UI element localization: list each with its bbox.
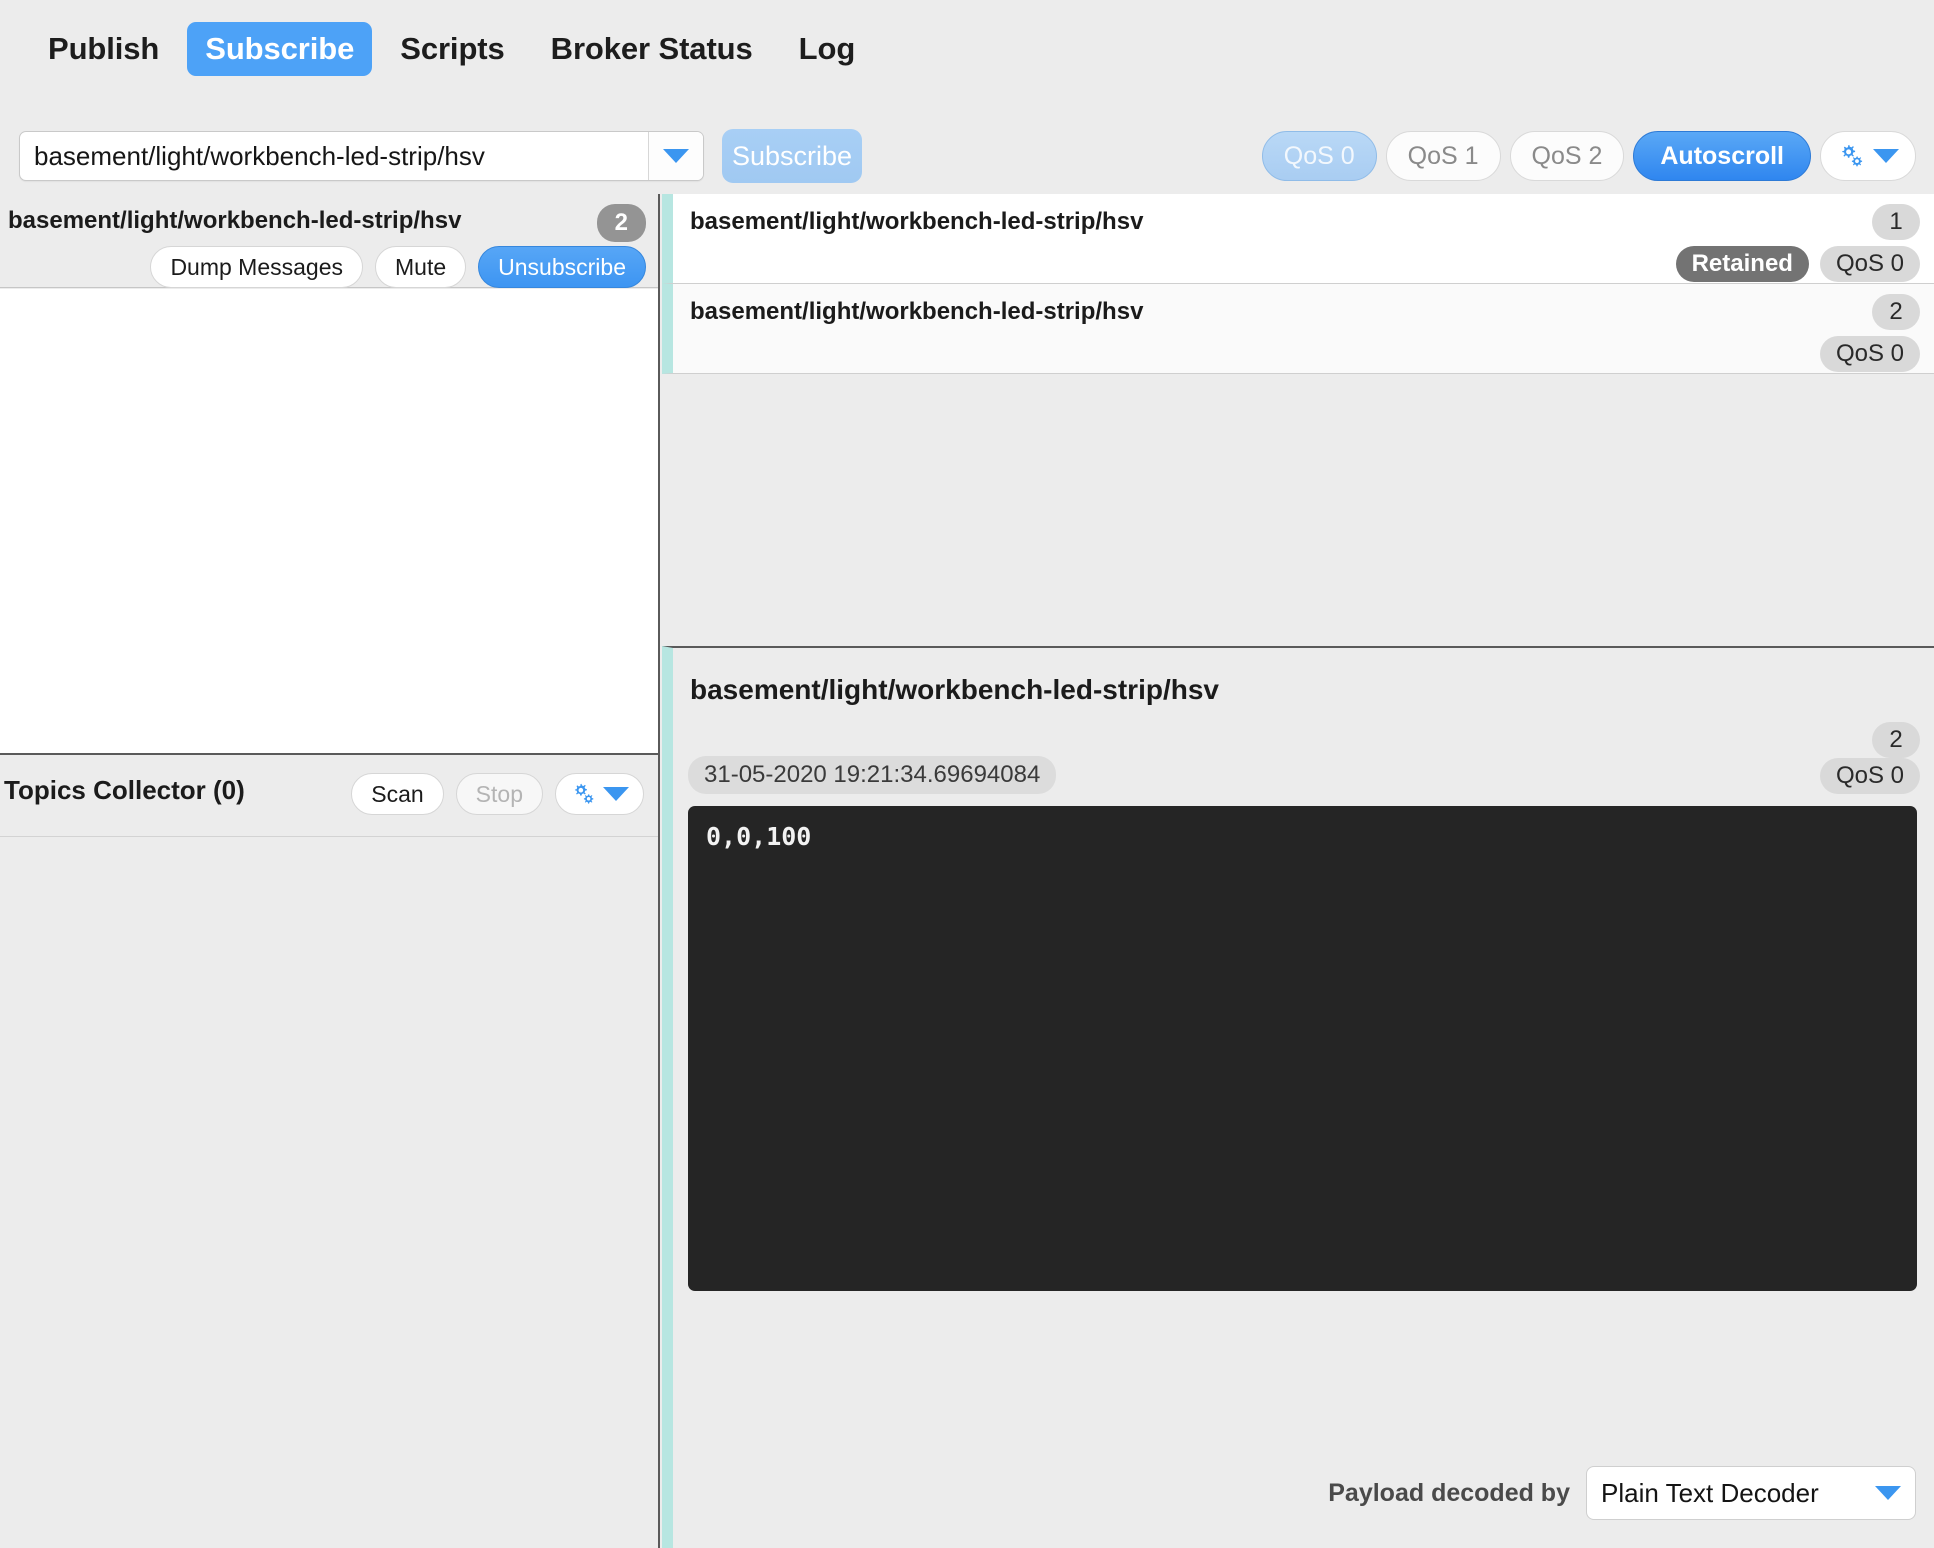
message-flags: QoS 0 [1819, 336, 1920, 372]
payload-decoder-value: Plain Text Decoder [1601, 1477, 1819, 1508]
qos-1-button[interactable]: QoS 1 [1385, 131, 1501, 181]
detail-qos-badge: QoS 0 [1819, 758, 1920, 794]
message-topic: basement/light/workbench-led-strip/hsv [690, 298, 1144, 325]
message-number: 2 [1872, 294, 1920, 330]
tab-subscribe[interactable]: Subscribe [187, 22, 373, 76]
decoder-bar: Payload decoded by Plain Text Decoder [673, 1438, 1934, 1548]
detail-topic: basement/light/workbench-led-strip/hsv [690, 674, 1219, 705]
gear-icon [1842, 144, 1863, 167]
qos-2-button[interactable]: QoS 2 [1509, 131, 1625, 181]
message-list[interactable]: basement/light/workbench-led-strip/hsv 1… [662, 194, 1934, 646]
unsubscribe-button[interactable]: Unsubscribe [478, 246, 646, 288]
tab-publish[interactable]: Publish [30, 22, 177, 76]
payload-decoder-select[interactable]: Plain Text Decoder [1586, 1466, 1916, 1520]
subscription-message-count: 2 [596, 204, 646, 242]
subscription-actions: Dump Messages Mute Unsubscribe [150, 246, 646, 288]
gear-icon [574, 783, 594, 804]
subscription-item[interactable]: basement/light/workbench-led-strip/hsv 2… [0, 194, 658, 288]
detail-timestamp: 31-05-2020 19:21:34.69694084 [688, 756, 1057, 794]
tab-scripts[interactable]: Scripts [382, 22, 522, 76]
autoscroll-toggle[interactable]: Autoscroll [1633, 131, 1811, 181]
topics-collector-actions: Scan Stop [351, 773, 644, 815]
subscriptions-pane: basement/light/workbench-led-strip/hsv 2… [0, 194, 660, 1548]
subscribe-toolbar: Subscribe QoS 0 QoS 1 QoS 2 Autoscroll [0, 98, 1934, 194]
chevron-down-icon [1873, 149, 1899, 163]
message-topic: basement/light/workbench-led-strip/hsv [690, 208, 1144, 235]
message-qos-badge: QoS 0 [1819, 336, 1920, 372]
topics-collector-options-button[interactable] [555, 773, 644, 815]
table-row[interactable]: basement/light/workbench-led-strip/hsv 1… [662, 194, 1934, 284]
message-flags: Retained QoS 0 [1675, 246, 1920, 282]
topic-combobox[interactable] [19, 131, 704, 181]
scan-button[interactable]: Scan [351, 773, 444, 815]
dump-messages-button[interactable]: Dump Messages [150, 246, 364, 288]
table-row[interactable]: basement/light/workbench-led-strip/hsv 2… [662, 284, 1934, 374]
topic-history-dropdown-button[interactable] [648, 132, 703, 180]
qos-and-options-group: QoS 0 QoS 1 QoS 2 Autoscroll [1261, 128, 1916, 184]
message-number: 1 [1872, 204, 1920, 240]
tab-broker-status[interactable]: Broker Status [533, 22, 771, 76]
topics-collector-header: Topics Collector (0) Scan Stop [0, 755, 658, 837]
subscriptions-list-body [0, 289, 658, 753]
chevron-down-icon [663, 149, 689, 163]
message-detail-panel: basement/light/workbench-led-strip/hsv 2… [662, 646, 1934, 1548]
mute-button[interactable]: Mute [375, 246, 467, 288]
chevron-down-icon [603, 787, 629, 801]
tab-log[interactable]: Log [781, 22, 874, 76]
messages-pane: basement/light/workbench-led-strip/hsv 1… [662, 194, 1934, 1548]
subscribe-button[interactable]: Subscribe [722, 129, 862, 183]
topic-input[interactable] [20, 132, 648, 180]
subscribe-options-menu-button[interactable] [1820, 131, 1916, 181]
topics-collector-title: Topics Collector (0) [4, 775, 245, 805]
topics-collector-panel: Topics Collector (0) Scan Stop [0, 753, 658, 1548]
decoder-label: Payload decoded by [1328, 1478, 1570, 1507]
message-qos-badge: QoS 0 [1819, 246, 1920, 282]
mqtt-client-window: Publish Subscribe Scripts Broker Status … [0, 0, 1934, 1548]
detail-message-number: 2 [1872, 722, 1920, 758]
chevron-down-icon [1875, 1486, 1901, 1500]
message-list-empty-area [662, 376, 1934, 646]
subscription-topic: basement/light/workbench-led-strip/hsv [8, 207, 462, 234]
qos-0-button[interactable]: QoS 0 [1261, 131, 1377, 181]
retained-badge: Retained [1675, 246, 1809, 282]
main-tab-bar: Publish Subscribe Scripts Broker Status … [0, 0, 1934, 98]
stop-button[interactable]: Stop [455, 773, 543, 815]
payload-viewer[interactable]: 0,0,100 [688, 806, 1917, 1291]
